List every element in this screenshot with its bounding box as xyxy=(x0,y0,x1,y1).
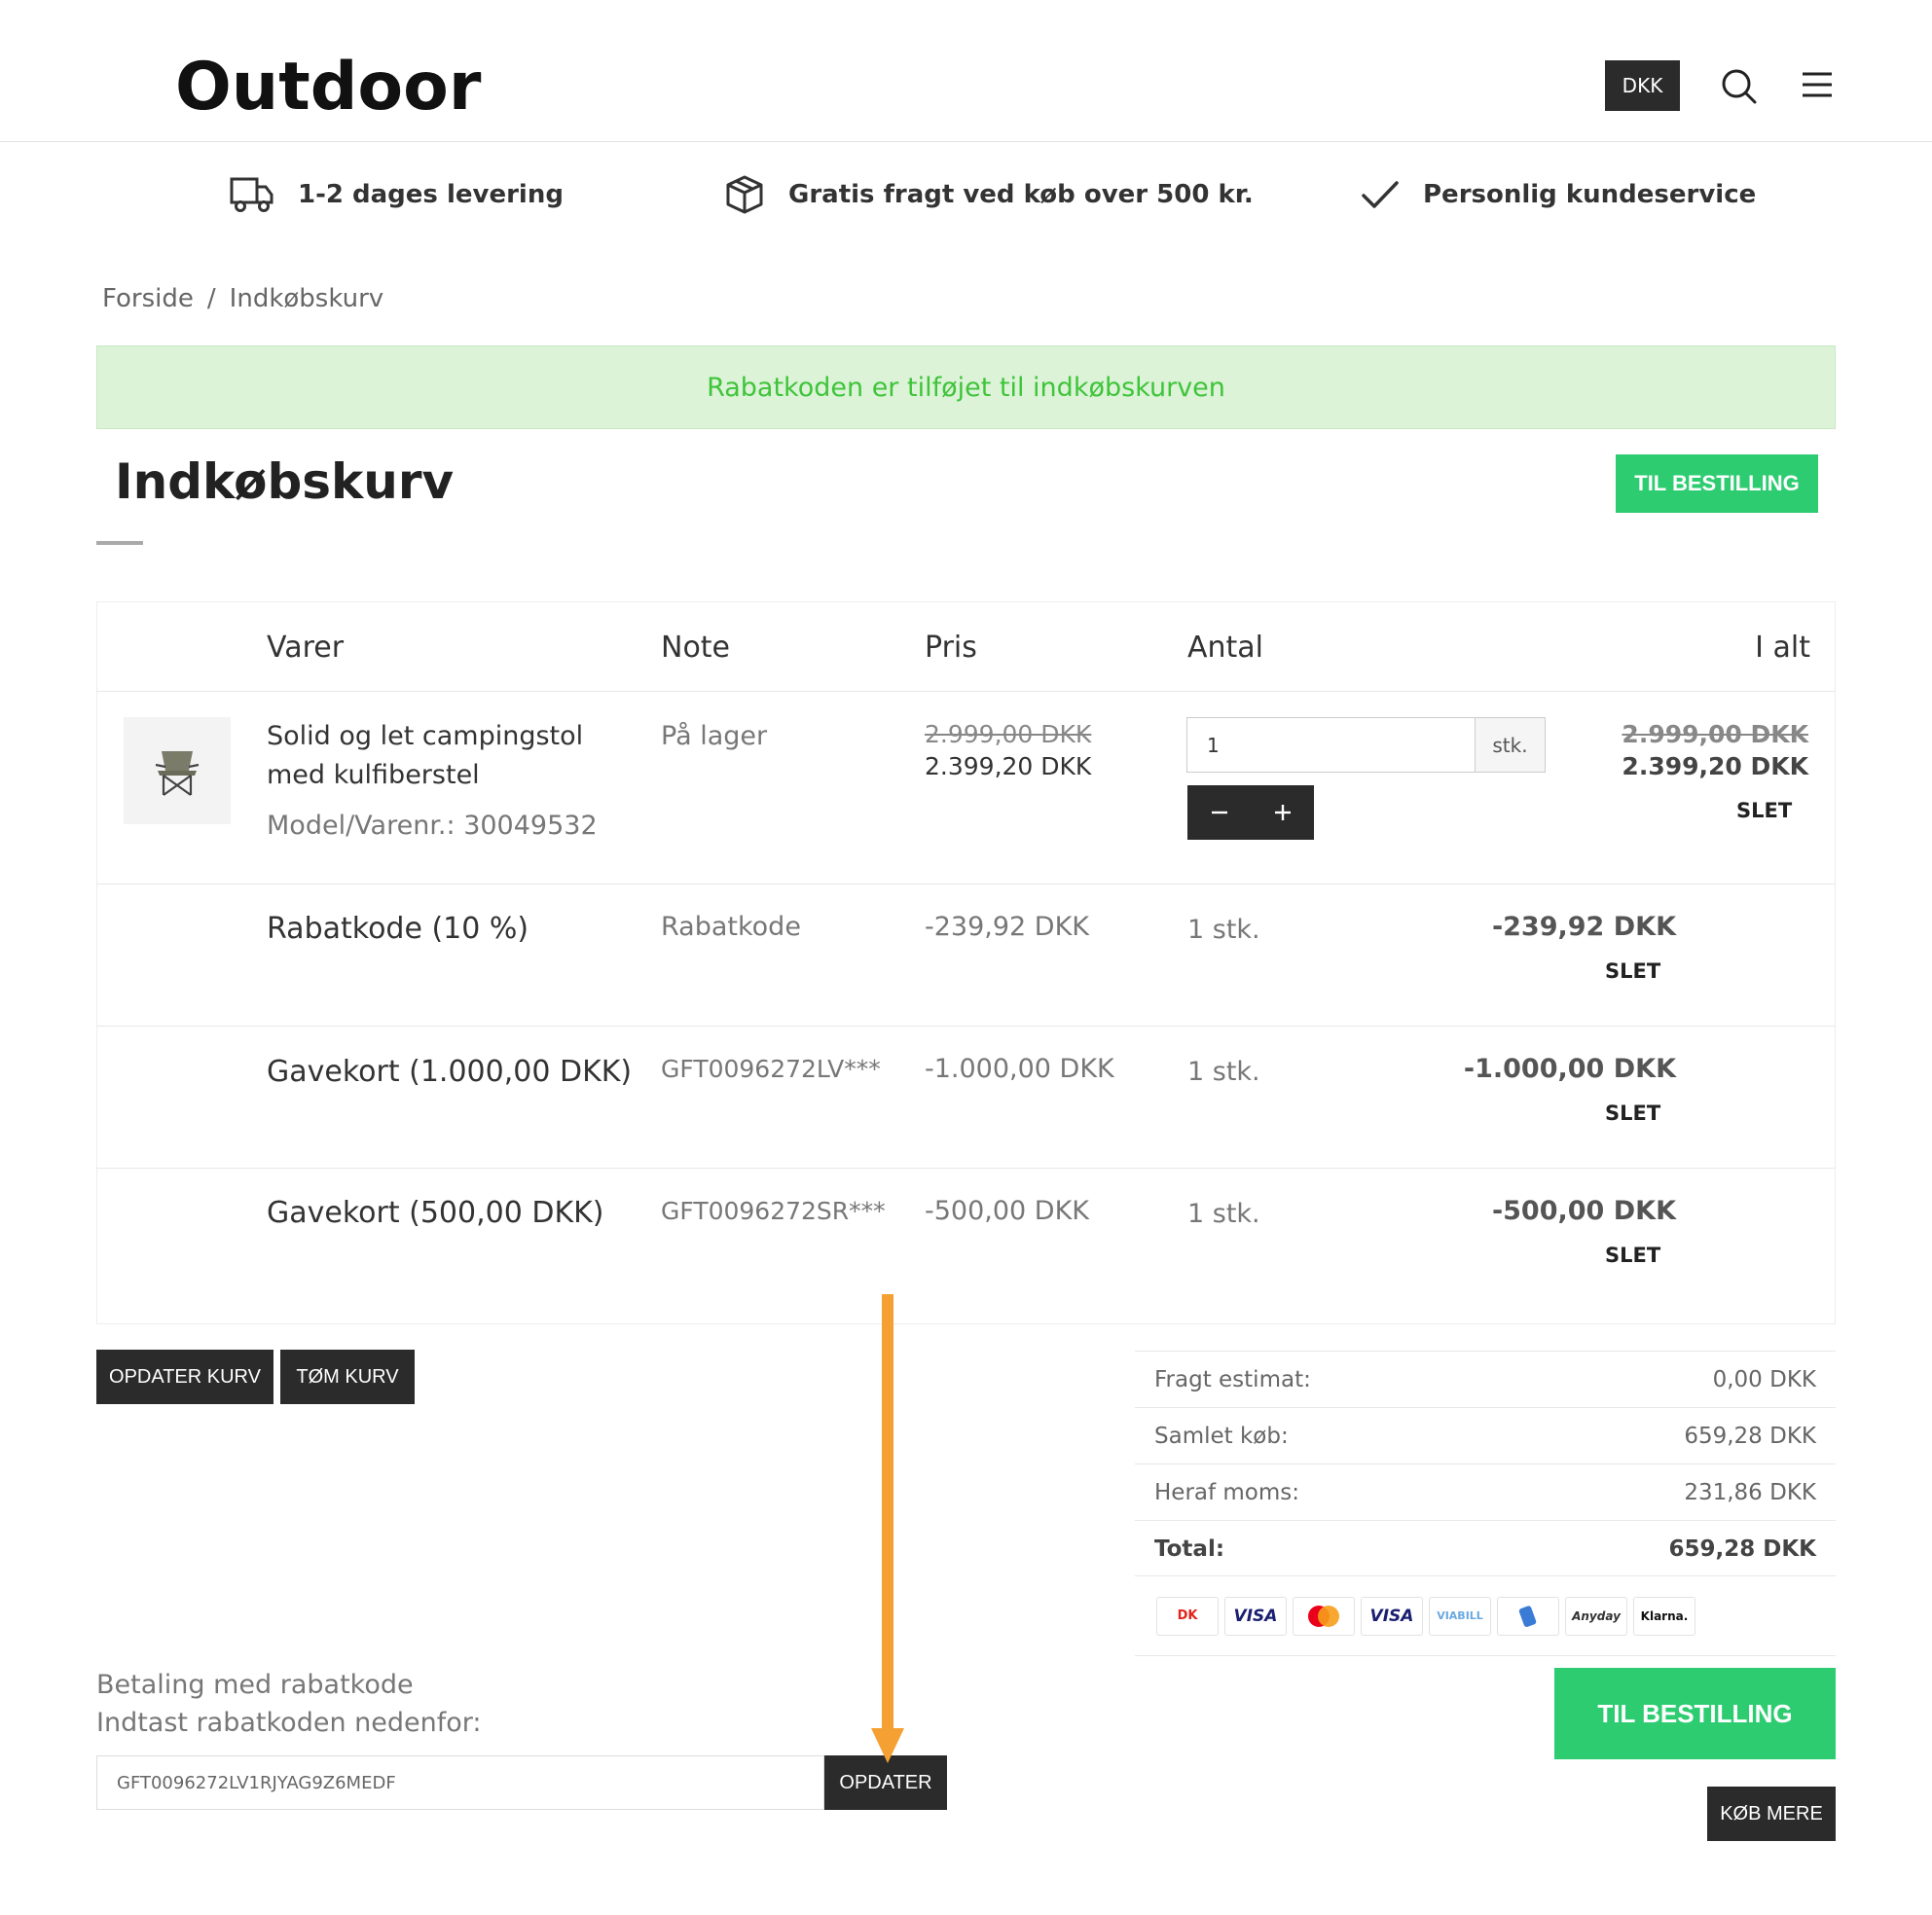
checkout-button[interactable]: TIL BESTILLING xyxy=(1554,1668,1836,1759)
quantity-stepper xyxy=(1187,785,1314,840)
row-separator xyxy=(96,884,1836,885)
usp-customer-service: Personlig kundeservice xyxy=(1361,165,1756,224)
truck-icon xyxy=(230,177,273,212)
shipping-label: Fragt estimat: xyxy=(1154,1366,1311,1392)
subtotal-label: Samlet køb: xyxy=(1154,1423,1289,1449)
product-thumbnail[interactable] xyxy=(124,717,231,824)
product-total-new: 2.399,20 DKK xyxy=(1622,752,1808,780)
breadcrumb-separator: / xyxy=(206,284,216,313)
vat-value: 231,86 DKK xyxy=(1684,1479,1816,1505)
giftcard-2-name: Gavekort (500,00 DKK) xyxy=(267,1196,604,1230)
viabill-icon: VIABILL xyxy=(1429,1596,1491,1636)
coupon-title: Betaling med rabatkode xyxy=(96,1670,414,1700)
header-ialt: I alt xyxy=(1755,631,1810,665)
product-name-line2[interactable]: med kulfiberstel xyxy=(267,756,480,795)
delete-giftcard-2-button[interactable]: SLET xyxy=(1605,1244,1660,1267)
product-name-line1[interactable]: Solid og let campingstol xyxy=(267,717,583,756)
plus-icon xyxy=(1274,805,1291,820)
camping-chair-image xyxy=(155,751,200,796)
total-label: Total: xyxy=(1154,1536,1225,1562)
discount-price: -239,92 DKK xyxy=(925,912,1090,942)
currency-selector[interactable]: DKK xyxy=(1605,60,1680,111)
header-varer: Varer xyxy=(267,631,345,665)
total-row: Total: 659,28 DKK xyxy=(1135,1520,1836,1576)
subtotal-value: 659,28 DKK xyxy=(1684,1423,1816,1449)
giftcard-1-name: Gavekort (1.000,00 DKK) xyxy=(267,1055,633,1089)
checkout-button-top[interactable]: TIL BESTILLING xyxy=(1616,454,1818,513)
total-value: 659,28 DKK xyxy=(1668,1536,1817,1562)
continue-shopping-button[interactable]: KØB MERE xyxy=(1707,1787,1836,1841)
klarna-icon: Klarna. xyxy=(1633,1596,1695,1636)
coupon-input[interactable]: GFT0096272LV1RJYAG9Z6MEDF xyxy=(96,1755,824,1810)
product-note: På lager xyxy=(661,721,768,751)
usp-customer-service-label: Personlig kundeservice xyxy=(1423,180,1757,209)
update-cart-button[interactable]: OPDATER KURV xyxy=(96,1350,273,1404)
shipping-value: 0,00 DKK xyxy=(1712,1366,1816,1392)
delete-product-button[interactable]: SLET xyxy=(1736,799,1792,822)
breadcrumb-current: Indkøbskurv xyxy=(229,284,384,313)
discount-total: -239,92 DKK xyxy=(1491,912,1676,942)
header-pris: Pris xyxy=(925,631,977,665)
giftcard-1-note: GFT0096272LV*** xyxy=(661,1055,881,1083)
row-separator xyxy=(96,1026,1836,1027)
row-separator xyxy=(96,1168,1836,1169)
mastercard-icon xyxy=(1293,1596,1355,1636)
usp-free-shipping: Gratis fragt ved køb over 500 kr. xyxy=(724,165,1254,224)
delete-discount-button[interactable]: SLET xyxy=(1605,959,1660,983)
breadcrumb: Forside / Indkøbskurv xyxy=(102,284,383,313)
quantity-input[interactable]: 1 xyxy=(1186,717,1476,773)
decrease-quantity-button[interactable] xyxy=(1187,785,1251,840)
usp-delivery: 1-2 dages levering xyxy=(230,165,564,224)
site-logo[interactable]: Outdoor xyxy=(175,49,481,126)
success-alert: Rabatkoden er tilføjet til indkøbskurven xyxy=(96,345,1836,429)
visa-icon: VISA xyxy=(1224,1596,1287,1636)
dankort-icon: DK xyxy=(1156,1596,1219,1636)
payment-methods: DK VISA VISA VIABILL Anyday Klarna. xyxy=(1135,1575,1836,1656)
delete-giftcard-1-button[interactable]: SLET xyxy=(1605,1102,1660,1125)
shipping-estimate-row: Fragt estimat: 0,00 DKK xyxy=(1135,1351,1836,1407)
giftcard-2-price: -500,00 DKK xyxy=(925,1196,1090,1226)
giftcard-1-price: -1.000,00 DKK xyxy=(925,1054,1114,1084)
checkmark-icon xyxy=(1362,181,1399,208)
increase-quantity-button[interactable] xyxy=(1251,785,1314,840)
giftcard-2-qty: 1 stk. xyxy=(1187,1199,1260,1229)
anyday-icon: Anyday xyxy=(1565,1596,1627,1636)
minus-icon xyxy=(1211,811,1227,814)
hamburger-menu-icon[interactable] xyxy=(1801,70,1834,99)
product-price-new: 2.399,20 DKK xyxy=(925,752,1092,780)
header-antal: Antal xyxy=(1187,631,1264,665)
product-model: Model/Varenr.: 30049532 xyxy=(267,811,598,841)
quantity-unit: stk. xyxy=(1476,717,1546,773)
discount-note: Rabatkode xyxy=(661,912,801,942)
giftcard-2-note: GFT0096272SR*** xyxy=(661,1197,886,1225)
usp-free-shipping-label: Gratis fragt ved køb over 500 kr. xyxy=(788,180,1254,209)
visa-electron-icon: VISA xyxy=(1361,1596,1423,1636)
annotation-arrow-icon xyxy=(871,1294,904,1763)
giftcard-2-total: -500,00 DKK xyxy=(1491,1196,1676,1226)
discount-name: Rabatkode (10 %) xyxy=(267,912,529,946)
vat-row: Heraf moms: 231,86 DKK xyxy=(1135,1463,1836,1520)
breadcrumb-home[interactable]: Forside xyxy=(102,284,194,313)
mobilepay-icon xyxy=(1497,1596,1559,1636)
row-separator xyxy=(96,691,1836,692)
box-icon xyxy=(726,175,763,214)
discount-qty: 1 stk. xyxy=(1187,915,1260,945)
subtotal-row: Samlet køb: 659,28 DKK xyxy=(1135,1407,1836,1463)
giftcard-1-qty: 1 stk. xyxy=(1187,1057,1260,1087)
vat-label: Heraf moms: xyxy=(1154,1479,1300,1505)
coupon-instruction: Indtast rabatkoden nedenfor: xyxy=(96,1708,482,1738)
site-header: Outdoor DKK xyxy=(0,0,1932,142)
page-title: Indkøbskurv xyxy=(115,453,455,510)
empty-cart-button[interactable]: TØM KURV xyxy=(280,1350,415,1404)
header-note: Note xyxy=(661,631,731,665)
usp-delivery-label: 1-2 dages levering xyxy=(298,180,564,209)
search-icon[interactable] xyxy=(1721,68,1758,105)
title-underline xyxy=(96,541,143,545)
giftcard-1-total: -1.000,00 DKK xyxy=(1463,1054,1676,1084)
